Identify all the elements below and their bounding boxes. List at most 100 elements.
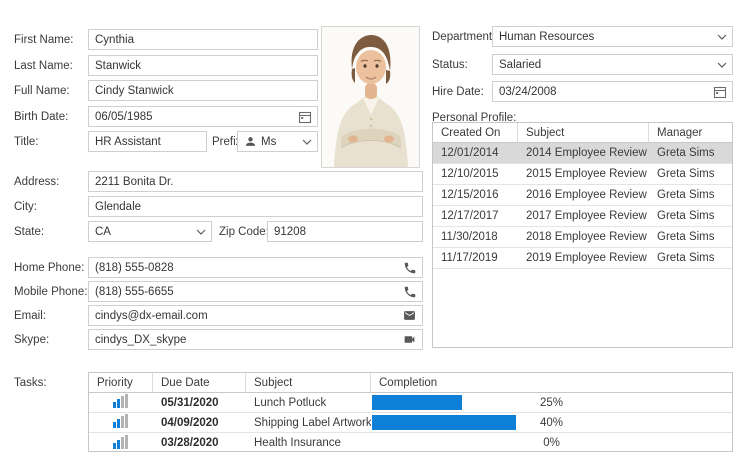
cell-manager: Greta Sims [649, 185, 732, 205]
cell-manager: Greta Sims [649, 248, 732, 268]
department-value: Human Resources [499, 31, 713, 43]
cell-subject: 2017 Employee Review [518, 206, 649, 226]
priority-medium-icon [113, 435, 129, 452]
hire-date-value[interactable] [499, 86, 709, 98]
column-header-completion[interactable]: Completion [371, 373, 732, 392]
profile-row[interactable]: 11/30/2018 2018 Employee Review Greta Si… [433, 227, 732, 248]
profile-grid-header: Created On Subject Manager [433, 123, 732, 143]
employee-photo[interactable] [321, 26, 420, 168]
column-header-priority[interactable]: Priority [89, 373, 153, 392]
last-name-label: Last Name: [14, 55, 73, 76]
first-name-input[interactable] [88, 29, 318, 50]
priority-medium-icon [113, 414, 129, 431]
profile-row[interactable]: 12/17/2017 2017 Employee Review Greta Si… [433, 206, 732, 227]
completion-percent: 0% [371, 437, 732, 449]
full-name-input[interactable] [88, 80, 318, 101]
mobile-phone-input[interactable] [88, 281, 423, 302]
birth-date-value[interactable] [95, 111, 294, 123]
cell-manager: Greta Sims [649, 143, 732, 163]
address-input[interactable] [88, 171, 423, 192]
zip-label: Zip Code: [219, 221, 269, 242]
hire-date-label: Hire Date: [432, 81, 484, 102]
zip-input[interactable] [267, 221, 423, 242]
first-name-value[interactable] [95, 34, 312, 46]
full-name-value[interactable] [95, 85, 312, 97]
cell-subject: 2015 Employee Review [518, 164, 649, 184]
state-value: CA [95, 226, 192, 238]
envelope-icon[interactable] [402, 309, 417, 322]
completion-cell: 40% [371, 413, 732, 432]
cell-manager: Greta Sims [649, 164, 732, 184]
title-value[interactable] [95, 136, 201, 148]
person-icon [244, 135, 257, 148]
profile-row[interactable]: 11/17/2019 2019 Employee Review Greta Si… [433, 248, 732, 269]
phone-icon[interactable] [403, 285, 417, 299]
cell-due-date: 05/31/2020 [153, 393, 246, 412]
skype-input[interactable] [88, 329, 423, 350]
city-label: City: [14, 196, 37, 217]
video-camera-icon[interactable] [402, 333, 417, 346]
hire-date-input[interactable] [492, 81, 733, 102]
phone-icon[interactable] [403, 261, 417, 275]
cell-subject: Health Insurance [246, 433, 371, 453]
task-row[interactable]: 03/28/2020 Health Insurance 0% [89, 433, 732, 453]
cell-subject: Shipping Label Artwork [246, 413, 371, 432]
chevron-down-icon[interactable] [717, 62, 727, 68]
email-value[interactable] [95, 310, 398, 322]
completion-percent: 40% [371, 417, 732, 429]
birth-date-input[interactable] [88, 106, 318, 127]
cell-created-on: 12/15/2016 [433, 185, 518, 205]
task-row[interactable]: 04/09/2020 Shipping Label Artwork 40% [89, 413, 732, 433]
portrait-image [322, 27, 419, 167]
cell-subject: 2016 Employee Review [518, 185, 649, 205]
tasks-grid-header: Priority Due Date Subject Completion [89, 373, 732, 393]
title-input[interactable] [88, 131, 207, 152]
address-label: Address: [14, 171, 59, 192]
department-combo[interactable]: Human Resources [492, 26, 733, 47]
cell-created-on: 11/30/2018 [433, 227, 518, 247]
chevron-down-icon[interactable] [302, 139, 312, 145]
home-phone-value[interactable] [95, 262, 399, 274]
status-combo[interactable]: Salaried [492, 54, 733, 75]
task-row[interactable]: 05/31/2020 Lunch Potluck 25% [89, 393, 732, 413]
email-input[interactable] [88, 305, 423, 326]
calendar-icon[interactable] [298, 110, 312, 124]
home-phone-input[interactable] [88, 257, 423, 278]
completion-percent: 25% [371, 397, 732, 409]
column-header-due-date[interactable]: Due Date [153, 373, 246, 392]
priority-cell [89, 393, 153, 412]
chevron-down-icon[interactable] [717, 34, 727, 40]
calendar-icon[interactable] [713, 85, 727, 99]
profile-row[interactable]: 12/01/2014 2014 Employee Review Greta Si… [433, 143, 732, 164]
prefix-value: Ms [261, 136, 298, 148]
personal-profile-grid: Created On Subject Manager 12/01/2014 20… [432, 122, 733, 348]
address-value[interactable] [95, 176, 417, 188]
mobile-phone-value[interactable] [95, 286, 399, 298]
cell-created-on: 11/17/2019 [433, 248, 518, 268]
title-label: Title: [14, 131, 39, 152]
chevron-down-icon[interactable] [196, 229, 206, 235]
column-header-created-on[interactable]: Created On [433, 123, 518, 142]
column-header-subject[interactable]: Subject [518, 123, 649, 142]
priority-cell [89, 413, 153, 432]
full-name-label: Full Name: [14, 80, 70, 101]
cell-subject: 2018 Employee Review [518, 227, 649, 247]
last-name-input[interactable] [88, 55, 318, 76]
birth-date-label: Birth Date: [14, 106, 68, 127]
prefix-combo[interactable]: Ms [237, 131, 318, 152]
column-header-manager[interactable]: Manager [649, 123, 732, 142]
last-name-value[interactable] [95, 60, 312, 72]
zip-value[interactable] [274, 226, 417, 238]
priority-medium-icon [113, 394, 129, 411]
city-input[interactable] [88, 196, 423, 217]
cell-created-on: 12/01/2014 [433, 143, 518, 163]
city-value[interactable] [95, 201, 417, 213]
skype-label: Skype: [14, 329, 49, 350]
column-header-subject[interactable]: Subject [246, 373, 371, 392]
cell-subject: 2019 Employee Review [518, 248, 649, 268]
skype-value[interactable] [95, 334, 398, 346]
profile-row[interactable]: 12/10/2015 2015 Employee Review Greta Si… [433, 164, 732, 185]
state-combo[interactable]: CA [88, 221, 212, 242]
profile-row[interactable]: 12/15/2016 2016 Employee Review Greta Si… [433, 185, 732, 206]
department-label: Department: [432, 26, 495, 47]
